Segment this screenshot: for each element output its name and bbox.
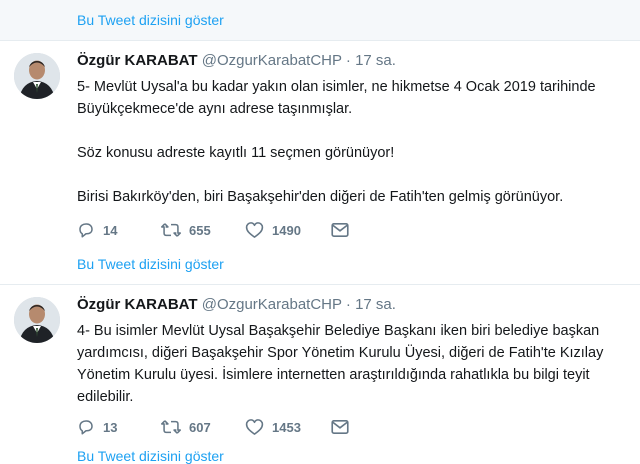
reply-button[interactable]: 13: [77, 418, 161, 436]
timestamp[interactable]: 17 sa.: [355, 296, 396, 313]
timestamp[interactable]: 17 sa.: [355, 52, 396, 69]
tweet-line: Yönetim Kurulu üyesi. İsimlere internett…: [77, 367, 590, 383]
message-button[interactable]: [331, 222, 349, 238]
show-thread-link[interactable]: Bu Tweet dizisini göster: [77, 12, 224, 28]
like-icon: [245, 221, 264, 239]
author-handle[interactable]: @OzgurKarabatCHP: [202, 52, 342, 69]
separator-dot: ·: [345, 296, 351, 313]
author-handle[interactable]: @OzgurKarabatCHP: [202, 296, 342, 313]
tweet-line: [77, 120, 637, 142]
retweet-icon: [161, 418, 181, 436]
retweet-button[interactable]: 607: [161, 418, 245, 436]
reply-icon: [77, 418, 95, 436]
tweet-line: Büyükçekmece'de aynı adrese taşınmışlar.: [77, 101, 353, 117]
tweet-line: edilebilir.: [77, 389, 134, 405]
retweet-icon: [161, 221, 181, 239]
reply-icon: [77, 221, 95, 239]
avatar[interactable]: [14, 53, 60, 99]
tweet-header: Özgür KARABAT @OzgurKarabatCHP · 17 sa.: [77, 52, 396, 69]
reply-button[interactable]: 14: [77, 221, 161, 239]
separator-dot: ·: [345, 52, 351, 69]
tweet-line: [77, 164, 637, 186]
tweet-text: 5- Mevlüt Uysal'a bu kadar yakın olan is…: [77, 76, 637, 208]
message-icon: [331, 419, 349, 435]
tweet-line: yardımcısı, diğeri Başakşehir Spor Yönet…: [77, 345, 604, 361]
like-button[interactable]: 1453: [245, 418, 331, 436]
show-thread-link[interactable]: Bu Tweet dizisini göster: [77, 256, 224, 272]
tweet-line: Birisi Bakırköy'den, biri Başakşehir'den…: [77, 189, 564, 205]
tweet-actions: 14 655 1490: [77, 221, 349, 239]
reply-count: 14: [103, 222, 118, 238]
author-name[interactable]: Özgür KARABAT: [77, 296, 198, 313]
tweet-line: 5- Mevlüt Uysal'a bu kadar yakın olan is…: [77, 79, 596, 95]
tweet-text: 4- Bu isimler Mevlüt Uysal Başakşehir Be…: [77, 320, 637, 408]
reply-count: 13: [103, 419, 118, 435]
retweet-button[interactable]: 655: [161, 221, 245, 239]
like-count: 1490: [272, 222, 301, 238]
tweet-1[interactable]: Özgür KARABAT @OzgurKarabatCHP · 17 sa. …: [0, 41, 640, 255]
retweet-count: 607: [189, 419, 211, 435]
message-icon: [331, 222, 349, 238]
author-name[interactable]: Özgür KARABAT: [77, 52, 198, 69]
tweet-line: Söz konusu adreste kayıtlı 11 seçmen gör…: [77, 145, 395, 161]
tweet-actions: 13 607 1453: [77, 418, 349, 436]
like-icon: [245, 418, 264, 436]
tweet-2[interactable]: Özgür KARABAT @OzgurKarabatCHP · 17 sa. …: [0, 285, 640, 445]
like-count: 1453: [272, 419, 301, 435]
message-button[interactable]: [331, 419, 349, 435]
avatar[interactable]: [14, 297, 60, 343]
tweet-header: Özgür KARABAT @OzgurKarabatCHP · 17 sa.: [77, 296, 396, 313]
show-thread-link[interactable]: Bu Tweet dizisini göster: [77, 448, 224, 464]
retweet-count: 655: [189, 222, 211, 238]
tweet-line: 4- Bu isimler Mevlüt Uysal Başakşehir Be…: [77, 323, 600, 339]
like-button[interactable]: 1490: [245, 221, 331, 239]
